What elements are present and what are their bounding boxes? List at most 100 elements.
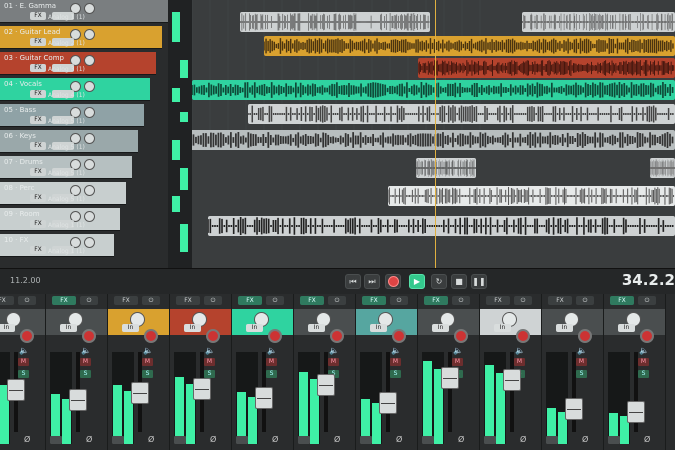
track-header[interactable]: 01 · E. Gamma FX Analog 1 (1)	[0, 0, 168, 23]
audio-clip[interactable]	[418, 58, 675, 78]
input-button[interactable]: In	[0, 324, 15, 332]
power-button[interactable]: ⏻	[328, 296, 346, 305]
volume-fader[interactable]	[627, 401, 645, 423]
fx-button[interactable]: FX	[30, 220, 46, 228]
power-button[interactable]: ⏻	[204, 296, 222, 305]
fx-button[interactable]: FX	[52, 296, 76, 305]
mute-button[interactable]: M	[576, 358, 587, 366]
phase-invert-button[interactable]: Ø	[582, 435, 588, 444]
track-header[interactable]: 02 · Guitar Lead FX Analog 2 (1)	[0, 26, 162, 49]
pan-knob[interactable]	[84, 29, 95, 40]
fx-button[interactable]: FX	[300, 296, 324, 305]
solo-button[interactable]: S	[18, 370, 29, 378]
input-button[interactable]: In	[618, 324, 635, 332]
input-button[interactable]: In	[370, 324, 387, 332]
input-button[interactable]: In	[122, 324, 139, 332]
track-header[interactable]: 03 · Guitar Comp FX Analog 3 (1)	[0, 52, 156, 75]
pan-knob[interactable]	[84, 3, 95, 14]
record-button[interactable]	[385, 274, 401, 289]
power-button[interactable]: ⏻	[142, 296, 160, 305]
mute-button[interactable]: M	[204, 358, 215, 366]
solo-button[interactable]: S	[576, 370, 587, 378]
audio-clip[interactable]	[192, 80, 675, 100]
phase-invert-button[interactable]: Ø	[458, 435, 464, 444]
stop-button[interactable]: ■	[451, 274, 467, 289]
record-arm-button[interactable]	[640, 329, 654, 343]
power-button[interactable]: ⏻	[452, 296, 470, 305]
volume-fader[interactable]	[7, 379, 25, 401]
pan-knob[interactable]	[84, 133, 95, 144]
input-button[interactable]: In	[432, 324, 449, 332]
input-button[interactable]: In	[184, 324, 201, 332]
track-header[interactable]: 10 · FX FX Analog 1 (1)	[0, 234, 114, 257]
record-arm-button[interactable]	[20, 329, 34, 343]
mute-button[interactable]: M	[142, 358, 153, 366]
fx-button[interactable]: FX	[30, 246, 46, 254]
phase-invert-button[interactable]: Ø	[272, 435, 278, 444]
solo-button[interactable]: S	[390, 370, 401, 378]
record-arm-button[interactable]	[268, 329, 282, 343]
phase-invert-button[interactable]: Ø	[334, 435, 340, 444]
pan-knob[interactable]	[84, 185, 95, 196]
phase-invert-button[interactable]: Ø	[396, 435, 402, 444]
power-button[interactable]: ⏻	[18, 296, 36, 305]
track-header[interactable]: 06 · Keys FX Analog 5 (1)	[0, 130, 138, 153]
pan-knob[interactable]	[84, 55, 95, 66]
arrange-view[interactable]	[192, 0, 675, 268]
volume-fader[interactable]	[503, 369, 521, 391]
fx-button[interactable]: FX	[424, 296, 448, 305]
pan-knob[interactable]	[84, 237, 95, 248]
audio-clip[interactable]	[522, 12, 675, 32]
input-button[interactable]: In	[556, 324, 573, 332]
fx-button[interactable]: FX	[238, 296, 262, 305]
mute-button[interactable]: M	[80, 358, 91, 366]
fx-button[interactable]: FX	[362, 296, 386, 305]
record-arm-button[interactable]	[454, 329, 468, 343]
mute-button[interactable]: M	[638, 358, 649, 366]
fx-button[interactable]: FX	[0, 296, 14, 305]
volume-fader[interactable]	[69, 389, 87, 411]
solo-button[interactable]: S	[638, 370, 649, 378]
fx-button[interactable]: FX	[30, 168, 46, 176]
phase-invert-button[interactable]: Ø	[148, 435, 154, 444]
track-header[interactable]: 07 · Drums FX Analog 5 (1)	[0, 156, 132, 179]
audio-clip[interactable]	[416, 158, 476, 178]
audio-clip[interactable]	[264, 36, 675, 56]
fx-button[interactable]: FX	[30, 116, 46, 124]
mute-button[interactable]: M	[18, 358, 29, 366]
record-arm-button[interactable]	[206, 329, 220, 343]
volume-fader[interactable]	[193, 378, 211, 400]
prev-button[interactable]: ⏮	[345, 274, 361, 289]
record-arm-button[interactable]	[144, 329, 158, 343]
fx-button[interactable]: FX	[30, 142, 46, 150]
pan-knob[interactable]	[84, 211, 95, 222]
phase-invert-button[interactable]: Ø	[86, 435, 92, 444]
fx-button[interactable]: FX	[176, 296, 200, 305]
fx-button[interactable]: FX	[114, 296, 138, 305]
record-arm-button[interactable]	[516, 329, 530, 343]
power-button[interactable]: ⏻	[390, 296, 408, 305]
fx-button[interactable]: FX	[30, 194, 46, 202]
solo-button[interactable]: S	[204, 370, 215, 378]
volume-fader[interactable]	[131, 382, 149, 404]
mute-button[interactable]: M	[390, 358, 401, 366]
solo-button[interactable]: S	[266, 370, 277, 378]
mute-button[interactable]: M	[452, 358, 463, 366]
fx-button[interactable]: FX	[30, 90, 46, 98]
phase-invert-button[interactable]: Ø	[210, 435, 216, 444]
fx-button[interactable]: FX	[30, 64, 46, 72]
mute-button[interactable]: M	[266, 358, 277, 366]
audio-clip[interactable]	[650, 158, 675, 178]
track-header[interactable]: 04 · Vocals FX Analog 4 (1)	[0, 78, 150, 101]
record-arm-button[interactable]	[82, 329, 96, 343]
input-button[interactable]: In	[246, 324, 263, 332]
record-arm-button[interactable]	[392, 329, 406, 343]
track-header[interactable]: 05 · Bass FX Analog 5 (1)	[0, 104, 144, 127]
audio-clip[interactable]	[192, 130, 675, 150]
phase-invert-button[interactable]: Ø	[644, 435, 650, 444]
pan-knob[interactable]	[84, 107, 95, 118]
phase-invert-button[interactable]: Ø	[520, 435, 526, 444]
phase-invert-button[interactable]: Ø	[24, 435, 30, 444]
volume-fader[interactable]	[255, 387, 273, 409]
record-arm-button[interactable]	[330, 329, 344, 343]
